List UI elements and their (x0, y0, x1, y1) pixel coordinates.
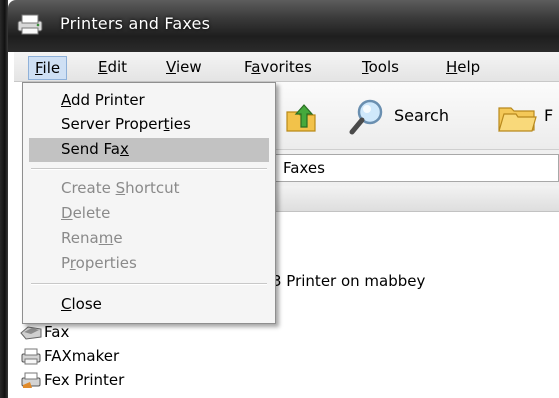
list-item-faxmaker[interactable]: FAXmaker (20, 346, 119, 366)
printer-icon (21, 348, 41, 365)
window-title: Printers and Faxes (60, 14, 211, 33)
list-column-header[interactable] (270, 186, 559, 212)
toolbar: Search F (270, 82, 559, 150)
list-item-fex-printer[interactable]: Fex Printer (20, 370, 124, 390)
menu-tools[interactable]: Tools (356, 56, 405, 80)
search-button-label[interactable]: Search (394, 106, 449, 125)
menu-item-close[interactable]: Close (29, 293, 269, 317)
address-text: Faxes (283, 159, 325, 177)
menu-help[interactable]: Help (440, 56, 486, 80)
menu-file[interactable]: File (28, 56, 68, 80)
menu-separator (31, 283, 267, 285)
menu-edit[interactable]: Edit (92, 56, 133, 80)
menu-separator (31, 168, 267, 170)
menu-item-delete[interactable]: Delete (29, 202, 269, 226)
menu-item-server-properties[interactable]: Server Properties (29, 113, 269, 137)
address-bar: Faxes (270, 150, 559, 186)
menu-item-properties[interactable]: Properties (29, 252, 269, 276)
list-item-fax[interactable]: Fax (20, 322, 69, 342)
file-menu-dropdown: Add Printer Server Properties Send Fax C… (22, 82, 276, 324)
menu-favorites[interactable]: Favorites (238, 56, 318, 80)
printer-icon (21, 372, 41, 388)
menu-bar: File Edit View Favorites Tools Help (14, 52, 559, 82)
folders-icon[interactable] (496, 100, 538, 134)
list-item-label: Fex Printer (44, 371, 125, 389)
menu-item-add-printer[interactable]: Add Printer (29, 89, 269, 113)
address-field[interactable]: Faxes (272, 154, 559, 182)
menu-item-rename[interactable]: Rename (29, 227, 269, 251)
printers-faxes-app-icon (17, 14, 43, 35)
folders-button-label[interactable]: F (544, 106, 553, 125)
menu-item-send-fax[interactable]: Send Fax (29, 138, 269, 162)
title-bar[interactable]: Printers and Faxes (8, 0, 559, 52)
up-folder-icon[interactable] (284, 100, 318, 134)
list-item-label: Fax (44, 323, 70, 341)
search-icon[interactable] (348, 98, 386, 136)
window-frame (0, 0, 8, 398)
printer-description: 3 Printer on mabbey (272, 272, 426, 290)
menu-item-create-shortcut[interactable]: Create Shortcut (29, 177, 269, 201)
fax-icon (20, 326, 42, 340)
menu-view[interactable]: View (160, 56, 208, 80)
list-item-label: FAXmaker (44, 347, 120, 365)
